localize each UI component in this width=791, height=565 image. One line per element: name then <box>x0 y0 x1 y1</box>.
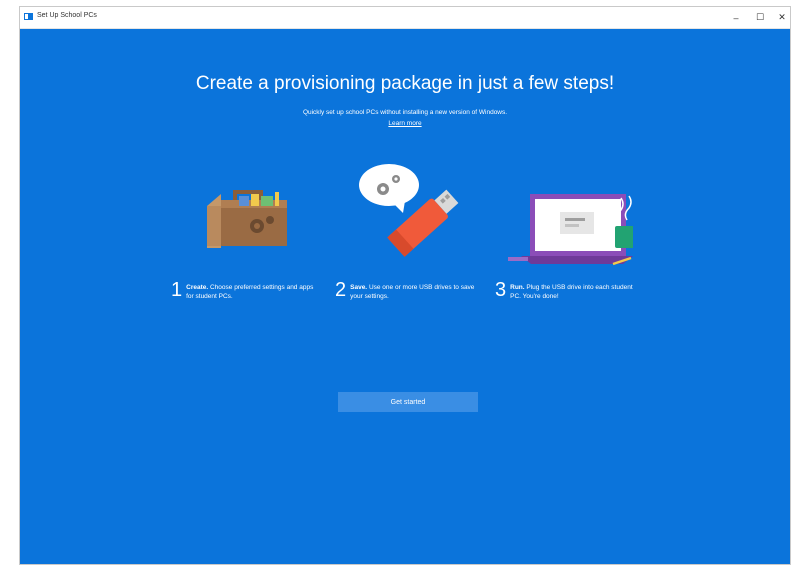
step-number: 2 <box>335 279 347 301</box>
toolbox-illustration <box>207 190 287 248</box>
learn-more-link[interactable]: Learn more <box>388 120 421 127</box>
laptop-illustration <box>508 194 633 266</box>
window-title: Set Up School PCs <box>37 12 97 19</box>
app-icon <box>24 13 33 20</box>
step-description: Create. Choose preferred settings and ap… <box>186 283 316 301</box>
maximize-button[interactable]: ☐ <box>749 7 771 28</box>
learn-more-container: Learn more <box>20 120 790 127</box>
step-body: Plug the USB drive into each student PC.… <box>510 284 633 300</box>
step-title: Create. <box>186 284 209 291</box>
title-bar[interactable]: Set Up School PCs – ☐ ✕ <box>20 7 790 29</box>
step-body: Use one or more USB drives to save your … <box>350 284 475 300</box>
step-run: 3 Run. Plug the USB drive into each stud… <box>495 279 640 301</box>
step-number: 1 <box>171 279 183 301</box>
usb-drive-illustration <box>359 164 459 257</box>
step-title: Run. <box>510 284 525 291</box>
step-title: Save. <box>350 284 368 291</box>
close-button[interactable]: ✕ <box>771 7 790 28</box>
step-description: Run. Plug the USB drive into each studen… <box>510 283 640 301</box>
main-content: Create a provisioning package in just a … <box>20 28 790 564</box>
page-subtitle: Quickly set up school PCs without instal… <box>302 109 508 116</box>
app-window: Set Up School PCs – ☐ ✕ Create a provisi… <box>19 6 791 565</box>
get-started-button[interactable]: Get started <box>338 392 478 412</box>
step-save: 2 Save. Use one or more USB drives to sa… <box>335 279 480 301</box>
minimize-button[interactable]: – <box>725 7 747 28</box>
page-title: Create a provisioning package in just a … <box>195 73 615 94</box>
step-description: Save. Use one or more USB drives to save… <box>350 283 480 301</box>
step-create: 1 Create. Choose preferred settings and … <box>171 279 316 301</box>
step-number: 3 <box>495 279 507 301</box>
